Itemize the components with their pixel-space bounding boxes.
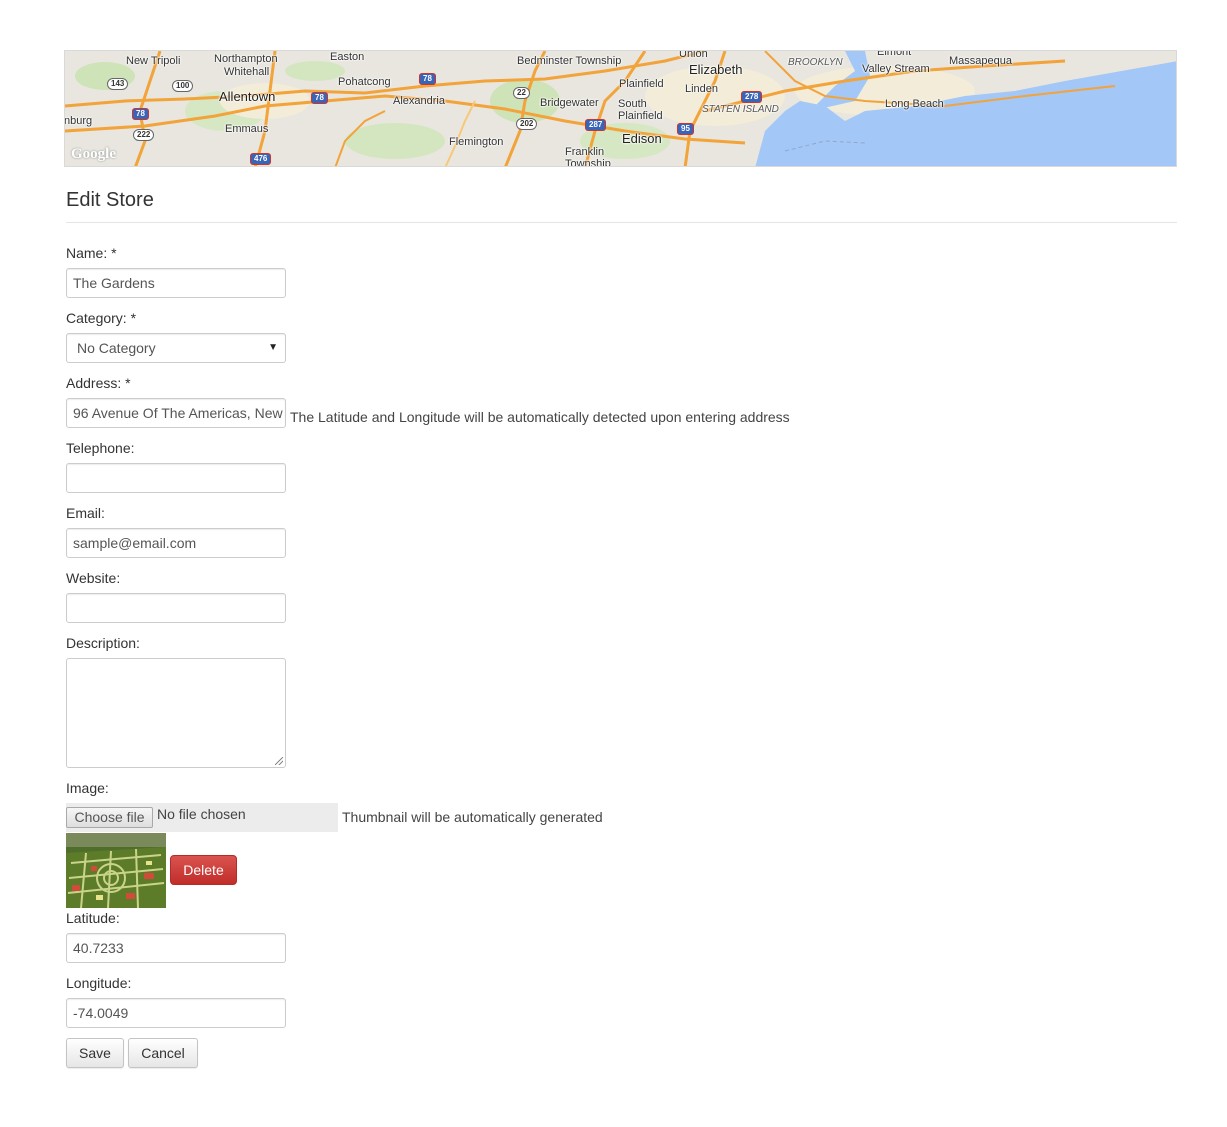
name-input[interactable]: The Gardens bbox=[66, 268, 286, 298]
route-shield: 287 bbox=[585, 119, 607, 131]
telephone-label: Telephone: bbox=[66, 440, 135, 456]
save-button[interactable]: Save bbox=[66, 1038, 124, 1068]
category-label: Category: * bbox=[66, 310, 137, 326]
image-label: Image: bbox=[66, 780, 109, 796]
address-help-text: The Latitude and Longitude will be autom… bbox=[290, 409, 790, 425]
latitude-label: Latitude: bbox=[66, 910, 120, 926]
cancel-button[interactable]: Cancel bbox=[128, 1038, 198, 1068]
route-shield: 222 bbox=[133, 129, 155, 141]
map-place-label: BROOKLYN bbox=[788, 57, 843, 68]
map-place-label: Northampton bbox=[214, 53, 278, 65]
title-divider bbox=[66, 222, 1177, 223]
route-shield: 78 bbox=[132, 108, 149, 120]
map-place-label: Alexandria bbox=[393, 95, 445, 107]
store-image-thumbnail bbox=[66, 833, 166, 908]
map-place-label: Franklin Township bbox=[565, 146, 611, 167]
map-place-label: Massapequa bbox=[949, 55, 1012, 67]
resize-grip-icon[interactable] bbox=[275, 757, 283, 765]
map-place-label: New Tripoli bbox=[126, 55, 181, 67]
latitude-input[interactable]: 40.7233 bbox=[66, 933, 286, 963]
map-place-label: Long Beach bbox=[885, 98, 944, 110]
google-logo: Google bbox=[71, 146, 116, 162]
route-shield: 78 bbox=[311, 92, 328, 104]
image-file-input[interactable]: Choose file No file chosen bbox=[66, 803, 338, 832]
garden-thumbnail-image bbox=[66, 833, 166, 908]
map-place-label: Bridgewater bbox=[540, 97, 599, 109]
map-place-label: Bedminster Township bbox=[517, 55, 622, 67]
email-input[interactable]: sample@email.com bbox=[66, 528, 286, 558]
description-label: Description: bbox=[66, 635, 140, 651]
route-shield: 278 bbox=[741, 91, 763, 103]
route-shield: 100 bbox=[172, 80, 194, 92]
address-input[interactable]: 96 Avenue Of The Americas, New York bbox=[66, 398, 286, 428]
map-place-label: Edison bbox=[622, 131, 662, 146]
map-place-label: Flemington bbox=[449, 136, 504, 148]
map-place-label: Union bbox=[679, 50, 708, 60]
map-place-label: Easton bbox=[330, 51, 365, 63]
delete-image-button[interactable]: Delete bbox=[170, 855, 237, 885]
map-place-label: Linden bbox=[685, 83, 719, 95]
caret-down-icon: ▼ bbox=[268, 342, 278, 353]
map-place-label: Plainfield bbox=[619, 78, 664, 90]
website-input[interactable] bbox=[66, 593, 286, 623]
address-label: Address: * bbox=[66, 375, 131, 391]
longitude-label: Longitude: bbox=[66, 975, 132, 991]
category-selected-value: No Category bbox=[77, 340, 156, 356]
file-status-text: No file chosen bbox=[157, 806, 246, 822]
route-shield: 95 bbox=[677, 123, 694, 135]
longitude-input[interactable]: -74.0049 bbox=[66, 998, 286, 1028]
choose-file-button[interactable]: Choose file bbox=[66, 807, 153, 828]
route-shield: 22 bbox=[513, 87, 530, 99]
description-textarea[interactable] bbox=[66, 658, 286, 768]
map-place-label: Pohatcong bbox=[338, 76, 391, 88]
map-place-label: Elmont bbox=[877, 50, 912, 58]
map-place-label: South Plainfield bbox=[618, 98, 663, 122]
map-place-label: Whitehall bbox=[224, 66, 270, 78]
map-place-label: Valley Stream bbox=[862, 63, 930, 75]
page-title: Edit Store bbox=[66, 189, 154, 211]
map-place-label: Allentown bbox=[219, 89, 276, 104]
image-help-text: Thumbnail will be automatically generate… bbox=[342, 809, 603, 825]
email-label: Email: bbox=[66, 505, 105, 521]
store-location-map[interactable]: New Tripoli Northampton Whitehall Easton… bbox=[64, 50, 1177, 167]
map-place-label: nburg bbox=[64, 115, 93, 127]
route-shield: 202 bbox=[516, 118, 538, 130]
route-shield: 143 bbox=[107, 78, 129, 90]
website-label: Website: bbox=[66, 570, 121, 586]
route-shield: 78 bbox=[419, 73, 436, 85]
name-label: Name: * bbox=[66, 245, 117, 261]
telephone-input[interactable] bbox=[66, 463, 286, 493]
category-select[interactable]: No Category ▼ bbox=[66, 333, 286, 363]
map-place-label: Elizabeth bbox=[689, 62, 743, 77]
map-place-label: STATEN ISLAND bbox=[702, 104, 779, 115]
route-shield: 476 bbox=[250, 153, 272, 165]
map-place-label: Emmaus bbox=[225, 123, 269, 135]
